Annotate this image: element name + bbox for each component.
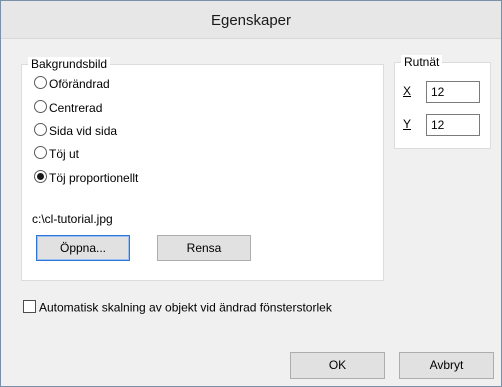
radio-option-centered[interactable]: Centrerad [34,99,102,115]
cancel-button[interactable]: Avbryt [399,352,494,379]
image-filename: c:\cl-tutorial.jpg [32,212,113,226]
radio-label-unchanged: Oförändrad [49,76,110,91]
grid-y-label: Y [403,117,412,131]
radio-label-centered: Centrerad [49,100,103,115]
auto-scale-option[interactable]: Automatisk skalning av objekt vid ändrad… [23,300,332,315]
grid-x-label: X [403,84,412,98]
grid-x-field[interactable] [426,81,480,103]
background-image-legend: Bakgrundsbild [28,57,111,71]
clear-button[interactable]: Rensa [157,235,251,261]
radio-option-unchanged[interactable]: Oförändrad [34,75,110,91]
properties-dialog: Egenskaper Bakgrundsbild Oförändrad Cent… [0,0,502,387]
radio-button-stretch-proportional[interactable] [34,170,47,184]
grid-y-field[interactable] [426,114,480,136]
radio-option-tile[interactable]: Sida vid sida [34,122,117,138]
open-button[interactable]: Öppna... [36,235,130,261]
window-title: Egenskaper [210,12,292,29]
grid-group: Rutnät X Y [394,55,491,149]
radio-label-stretch-proportional: Töj proportionellt [49,170,139,185]
ok-button[interactable]: OK [290,352,385,379]
radio-button-stretch[interactable] [34,146,47,160]
radio-label-stretch: Töj ut [49,146,80,161]
radio-button-unchanged[interactable] [34,76,47,90]
title-bar[interactable]: Egenskaper [1,1,501,39]
radio-option-stretch[interactable]: Töj ut [34,145,79,161]
auto-scale-label: Automatisk skalning av objekt vid ändrad… [39,300,332,315]
radio-option-stretch-proportional[interactable]: Töj proportionellt [34,169,138,185]
radio-button-tile[interactable] [34,123,47,137]
background-image-group: Bakgrundsbild Oförändrad Centrerad Sida … [21,57,384,281]
dialog-content: Bakgrundsbild Oförändrad Centrerad Sida … [1,39,501,386]
grid-legend: Rutnät [401,55,443,69]
radio-label-tile: Sida vid sida [49,123,118,138]
radio-button-centered[interactable] [34,100,47,114]
auto-scale-checkbox[interactable] [23,300,36,314]
